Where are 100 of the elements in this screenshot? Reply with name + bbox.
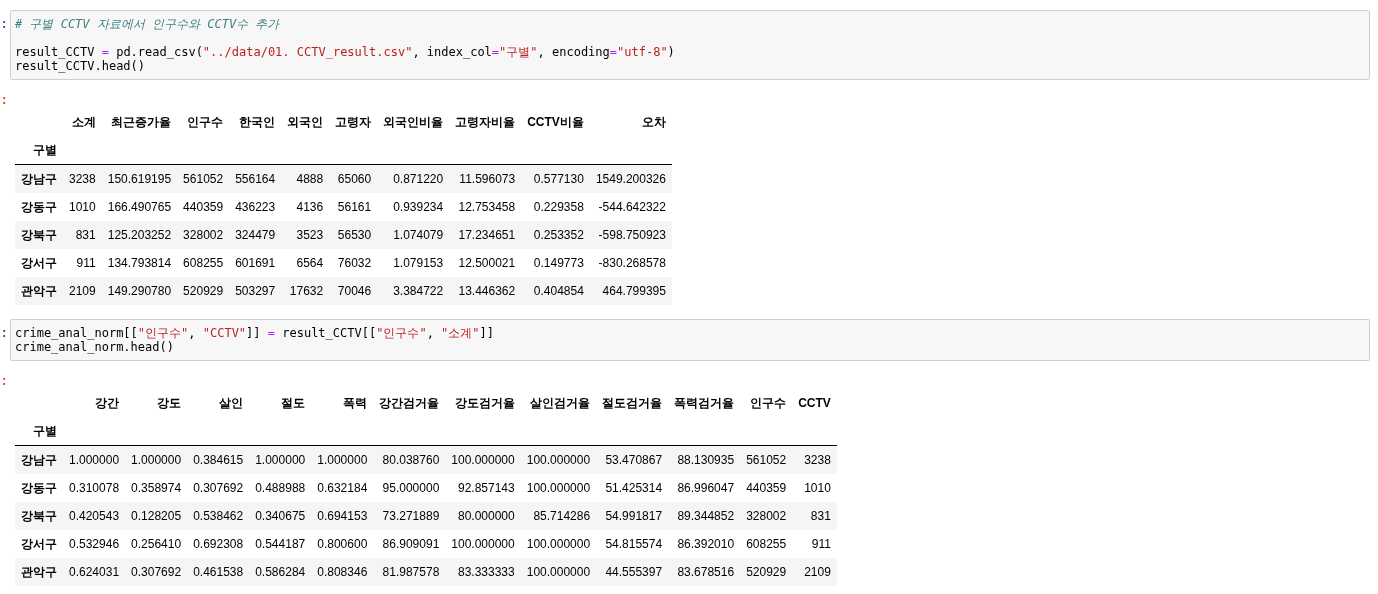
code-cell[interactable]: crime_anal_norm[["인구수", "CCTV"]] = result_CCTV[["인구수", "소계"]] crime_anal_norm.head() — [10, 319, 1370, 361]
column-header: CCTV비율 — [527, 114, 584, 129]
table-cell: 556164 — [235, 172, 276, 186]
table-cell: 520929 — [183, 284, 224, 298]
code-cell[interactable]: # 구별 CCTV 자료에서 인구수와 CCTV수 추가 result_CCTV = pd.read_csv("../data/01. CCTV_result.csv", index_col="구별", encoding="utf-8") result_CCTV.head() — [10, 10, 1370, 80]
column-header: 강도검거율 — [454, 395, 515, 410]
table-cell: 56530 — [337, 228, 372, 242]
table-cell: 0.692308 — [193, 537, 244, 551]
table-cell: 3523 — [296, 228, 324, 242]
table-cell: 100.000000 — [526, 565, 591, 579]
row-header: 관악구 — [21, 283, 57, 298]
table-cell: 3238 — [804, 453, 831, 467]
table-cell: 1549.200326 — [595, 172, 666, 186]
table-cell: 44.555397 — [605, 565, 663, 579]
column-header: CCTV — [798, 396, 831, 410]
column-header: 살인 — [219, 395, 244, 410]
table-cell: 440359 — [746, 481, 787, 495]
cell-prompt: : — [0, 92, 10, 106]
index-header: 구별 — [33, 423, 57, 438]
row-header: 강북구 — [21, 227, 57, 242]
table-cell: 4136 — [296, 200, 324, 214]
cell-prompt: : — [0, 14, 10, 30]
table-cell: 1.000000 — [69, 453, 120, 467]
table-cell: 11.596073 — [459, 172, 516, 186]
table-cell: 54.991817 — [605, 509, 663, 523]
column-header: 강도 — [157, 395, 182, 410]
table-cell: 436223 — [235, 200, 276, 214]
cell-prompt: : — [0, 373, 10, 387]
table-cell: 0.694153 — [317, 509, 368, 523]
table-cell: 0.871220 — [393, 172, 444, 186]
row-header: 강동구 — [21, 199, 57, 214]
table-cell: 70046 — [337, 284, 372, 298]
table-cell: 0.307692 — [131, 565, 182, 579]
code-line: crime_anal_norm.head() — [15, 340, 175, 354]
table-cell: 2109 — [804, 565, 831, 579]
table-cell: 80.038760 — [382, 453, 440, 467]
table-cell: 51.425314 — [605, 481, 663, 495]
table-cell: 56161 — [337, 200, 372, 214]
table-cell: 0.149773 — [533, 256, 584, 270]
table-cell: 86.392010 — [677, 537, 735, 551]
table-cell: 0.340675 — [255, 509, 306, 523]
table-cell: -598.750923 — [598, 228, 666, 242]
table-cell: 150.619195 — [107, 172, 172, 186]
table-cell: 503297 — [235, 284, 276, 298]
table-cell: 86.909091 — [382, 537, 440, 551]
table-cell: 464.799395 — [602, 284, 666, 298]
table-cell: 149.290780 — [107, 284, 172, 298]
table-cell: 0.586284 — [255, 565, 306, 579]
table-cell: 831 — [75, 228, 96, 242]
row-header: 강서구 — [21, 536, 57, 551]
table-cell: 3238 — [69, 172, 96, 186]
column-header: 절도 — [281, 395, 306, 410]
column-header: 소계 — [71, 114, 96, 129]
table-cell: 0.538462 — [193, 509, 244, 523]
column-header: 절도검거율 — [602, 395, 663, 410]
code-line: crime_anal_norm[["인구수", "CCTV"]] = result_CCTV[["인구수", "소계"]] — [15, 326, 495, 340]
table-cell: 911 — [76, 256, 96, 270]
column-header: 강간검거율 — [379, 395, 440, 410]
table-cell: 76032 — [337, 256, 372, 270]
table-cell: 81.987578 — [382, 565, 440, 579]
table-cell: 100.000000 — [526, 481, 591, 495]
table-cell: 125.203252 — [107, 228, 172, 242]
table-cell: 0.577130 — [533, 172, 584, 186]
table-cell: 2109 — [69, 284, 96, 298]
table-cell: 1010 — [69, 200, 96, 214]
table-cell: 85.714286 — [533, 509, 591, 523]
table-cell: 65060 — [337, 172, 372, 186]
table-cell: 0.229358 — [533, 200, 584, 214]
table-cell: 0.632184 — [317, 481, 368, 495]
row-header: 강서구 — [21, 255, 57, 270]
table-cell: 561052 — [746, 453, 787, 467]
table-cell: 1.079153 — [393, 256, 444, 270]
table-cell: 1.000000 — [131, 453, 182, 467]
column-header: 강간 — [95, 395, 120, 410]
column-header: 한국인 — [239, 114, 276, 129]
table-cell: 0.939234 — [393, 200, 444, 214]
column-header: 폭력 — [343, 395, 368, 410]
table-cell: 1.000000 — [317, 453, 368, 467]
table-cell: 0.532946 — [69, 537, 120, 551]
column-header: 인구수 — [187, 114, 224, 129]
table-cell: -830.268578 — [598, 256, 666, 270]
table-cell: 0.358974 — [131, 481, 182, 495]
table-cell: 0.256410 — [131, 537, 182, 551]
table-cell: 17632 — [289, 284, 324, 298]
table-cell: 13.446362 — [458, 284, 516, 298]
table-cell: 95.000000 — [382, 481, 440, 495]
row-header: 강남구 — [21, 171, 57, 186]
table-cell: 100.000000 — [451, 537, 515, 551]
table-cell: 911 — [811, 537, 831, 551]
table-cell: 0.253352 — [533, 228, 584, 242]
table-cell: 0.808346 — [317, 565, 368, 579]
table-cell: 12.753458 — [458, 200, 516, 214]
table-cell: 166.490765 — [107, 200, 172, 214]
table-cell: 3.384722 — [393, 284, 444, 298]
table-cell: 134.793814 — [107, 256, 172, 270]
table-cell: 0.310078 — [69, 481, 120, 495]
table-cell: 100.000000 — [526, 453, 591, 467]
column-header: 외국인비율 — [383, 114, 444, 129]
table-cell: 440359 — [183, 200, 224, 214]
table-cell: 561052 — [183, 172, 224, 186]
